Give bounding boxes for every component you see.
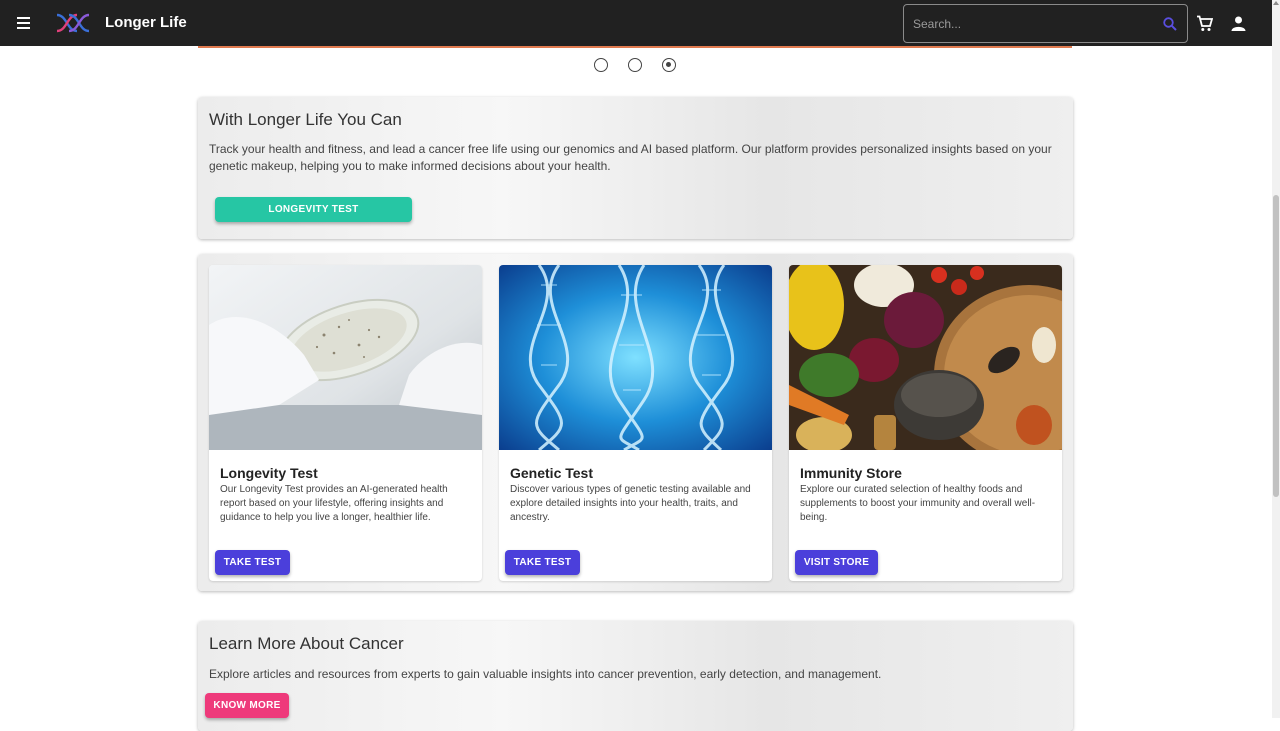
search-input[interactable]	[913, 14, 1158, 34]
scroll-up-arrow-icon[interactable]	[1273, 1, 1279, 5]
page-scrollbar[interactable]	[1272, 0, 1280, 718]
card-description: Explore our curated selection of healthy…	[800, 484, 1036, 523]
know-more-button[interactable]: KNOW MORE	[205, 693, 289, 718]
dna-helix-image	[499, 265, 772, 450]
scroll-thumb[interactable]	[1273, 195, 1279, 497]
intro-text: Track your health and fitness, and lead …	[209, 142, 1052, 173]
card-longevity-test: Longevity Test Our Longevity Test provid…	[209, 265, 482, 581]
vegetables-image	[789, 265, 1062, 450]
app-title[interactable]: Longer Life	[105, 14, 187, 31]
carousel-indicators	[594, 58, 676, 72]
card-description: Discover various types of genetic testin…	[510, 484, 751, 523]
cart-icon[interactable]	[1196, 15, 1213, 32]
intro-heading: With Longer Life You Can	[209, 110, 402, 129]
card-title: Longevity Test	[220, 465, 318, 481]
longevity-test-button[interactable]: LONGEVITY TEST	[215, 197, 412, 222]
services-panel: Longevity Test Our Longevity Test provid…	[198, 254, 1073, 591]
card-title: Genetic Test	[510, 465, 593, 481]
learn-more-heading: Learn More About Cancer	[209, 634, 404, 653]
card-immunity-store: Immunity Store Explore our curated selec…	[789, 265, 1062, 581]
take-genetic-test-button[interactable]: TAKE TEST	[505, 550, 580, 575]
card-title: Immunity Store	[800, 465, 902, 481]
dna-logo-icon[interactable]	[55, 13, 91, 33]
card-genetic-test: Genetic Test Discover various types of g…	[499, 265, 772, 581]
learn-more-text: Explore articles and resources from expe…	[209, 667, 882, 681]
carousel-banner-edge	[198, 46, 1072, 48]
visit-store-button[interactable]: VISIT STORE	[795, 550, 878, 575]
menu-icon[interactable]	[12, 11, 36, 35]
search-icon[interactable]	[1162, 16, 1178, 32]
search-box[interactable]	[903, 4, 1188, 43]
card-description: Our Longevity Test provides an AI-genera…	[220, 484, 448, 523]
account-icon[interactable]	[1231, 16, 1246, 31]
app-bar: Longer Life	[0, 0, 1272, 46]
petri-dish-image	[209, 265, 482, 450]
carousel-dot-2[interactable]	[628, 58, 642, 72]
intro-panel: With Longer Life You Can Track your heal…	[198, 97, 1073, 239]
take-longevity-test-button[interactable]: TAKE TEST	[215, 550, 290, 575]
carousel-dot-1[interactable]	[594, 58, 608, 72]
carousel-dot-3[interactable]	[662, 58, 676, 72]
learn-more-panel: Learn More About Cancer Explore articles…	[198, 621, 1073, 731]
